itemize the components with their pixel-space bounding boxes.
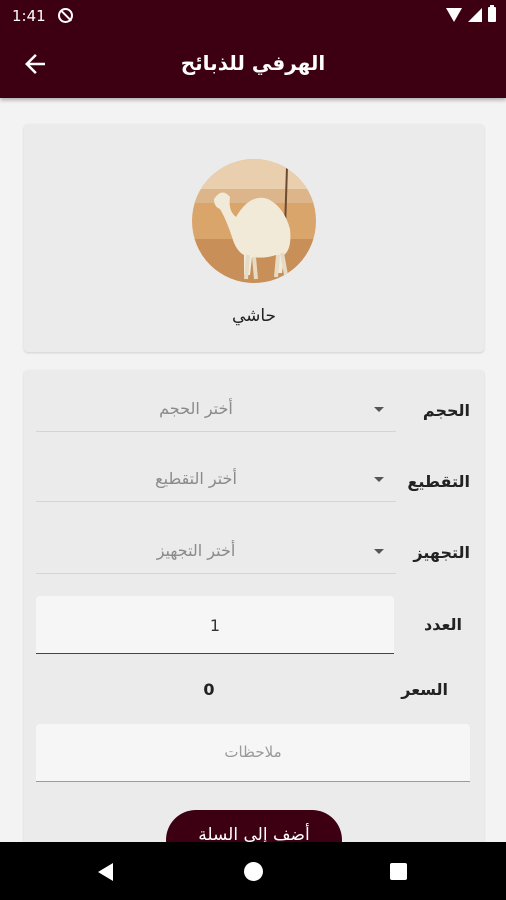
wifi-icon	[446, 7, 462, 22]
preparation-placeholder: أختر التجهيز	[156, 541, 236, 560]
dropdown-arrow-icon	[374, 549, 384, 554]
dropdown-arrow-icon	[374, 407, 384, 412]
preparation-label: التجهيز	[413, 543, 470, 562]
product-name: حاشي	[231, 306, 277, 326]
status-time: 1:41	[12, 7, 46, 25]
quantity-input[interactable]: 1	[36, 596, 394, 654]
nav-recents-icon[interactable]	[390, 863, 407, 880]
size-label: الحجم	[422, 401, 470, 420]
cutting-placeholder: أختر التقطيع	[155, 469, 237, 488]
cutting-label: التقطيع	[407, 472, 470, 491]
product-image	[192, 159, 316, 283]
app-bar: الهرفي للذبائح	[0, 32, 506, 98]
product-card: حاشي	[24, 124, 484, 352]
size-select[interactable]: أختر الحجم	[36, 390, 396, 432]
nav-home-icon[interactable]	[244, 862, 263, 881]
signal-icon	[468, 7, 482, 22]
price-value: 0	[203, 680, 215, 699]
notes-input[interactable]: ملاحظات	[36, 724, 470, 782]
nav-back-icon[interactable]	[98, 863, 113, 881]
quantity-label: العدد	[424, 615, 462, 634]
dropdown-arrow-icon	[374, 477, 384, 482]
cutting-select[interactable]: أختر التقطيع	[36, 460, 396, 502]
notes-placeholder: ملاحظات	[224, 743, 282, 761]
size-placeholder: أختر الحجم	[159, 399, 233, 418]
status-bar: 1:41	[0, 0, 506, 32]
quantity-value: 1	[209, 616, 221, 635]
page-title: الهرفي للذبائح	[180, 51, 326, 75]
battery-icon	[488, 5, 496, 22]
do-not-disturb-icon	[58, 8, 73, 23]
navigation-bar	[0, 842, 506, 900]
order-form: الحجم أختر الحجم التقطيع أختر التقطيع ال…	[24, 370, 484, 870]
preparation-select[interactable]: أختر التجهيز	[36, 532, 396, 574]
status-icons	[446, 5, 496, 22]
price-label: السعر	[401, 680, 448, 699]
